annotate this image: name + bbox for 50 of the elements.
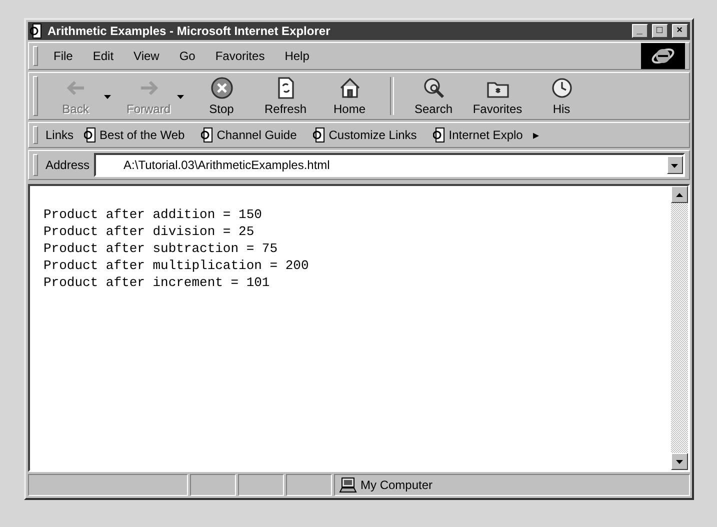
page-icon [432, 127, 447, 143]
page-icon [200, 127, 215, 143]
toolbar-button[interactable]: Search [404, 73, 464, 119]
toolbar-button[interactable]: Home [320, 73, 380, 119]
page-icon [84, 127, 98, 143]
status-pane [286, 474, 332, 496]
zone-label: My Computer [360, 478, 433, 492]
page-icon [30, 23, 44, 39]
toolbar-button[interactable]: Refresh [256, 73, 316, 119]
output-line: Product after multiplication = 200 [44, 257, 310, 274]
menu-item[interactable]: Edit [84, 43, 122, 69]
toolbar-button[interactable]: His [532, 73, 592, 119]
link-button[interactable]: Channel Guide [194, 123, 303, 147]
window-control-button[interactable]: □ [652, 24, 668, 38]
menu-item[interactable]: Go [171, 43, 204, 69]
up-caret-icon [676, 193, 682, 197]
link-button[interactable]: Internet Explo [426, 123, 529, 147]
menu-item[interactable]: File [46, 43, 81, 69]
dropdown-button[interactable] [666, 156, 682, 174]
menu-item[interactable]: View [126, 43, 168, 69]
link-button[interactable]: Best of the Web [78, 123, 191, 147]
home-icon [338, 76, 362, 100]
links-label: Links [46, 128, 74, 142]
toolbar-button[interactable]: Favorites [468, 73, 528, 119]
computer-icon [338, 477, 356, 493]
scroll-up-button[interactable] [670, 186, 688, 203]
window-control-button[interactable]: _ [632, 24, 648, 38]
more-links-icon[interactable]: ▸ [532, 128, 539, 142]
address-field[interactable]: A:\Tutorial.03\ArithmeticExamples.html [94, 153, 684, 177]
menu-item[interactable]: Favorites [207, 43, 273, 69]
caret-icon [671, 164, 678, 168]
status-pane [190, 474, 236, 496]
address-label: Address [46, 158, 90, 172]
link-button[interactable]: Customize Links [306, 123, 423, 147]
window-title: Arithmetic Examples - Microsoft Internet Explorer [48, 24, 332, 38]
output-line: Product after increment = 101 [44, 274, 271, 291]
toolbar-button[interactable]: Stop [192, 73, 252, 119]
output-line: Product after subtraction = 75 [44, 240, 279, 257]
stop-icon [210, 76, 234, 100]
scroll-down-button[interactable] [670, 453, 688, 470]
search-icon [422, 76, 446, 100]
output-line: Product after addition = 150 [44, 206, 263, 223]
scrollbar[interactable] [670, 186, 688, 470]
status-pane [238, 474, 284, 496]
output-line: Product after division = 25 [44, 223, 256, 240]
caret-icon [676, 460, 682, 464]
menu-item[interactable]: Help [276, 43, 318, 69]
page-icon [312, 127, 327, 143]
clock-icon [550, 76, 574, 100]
window-control-button[interactable]: × [672, 24, 688, 38]
